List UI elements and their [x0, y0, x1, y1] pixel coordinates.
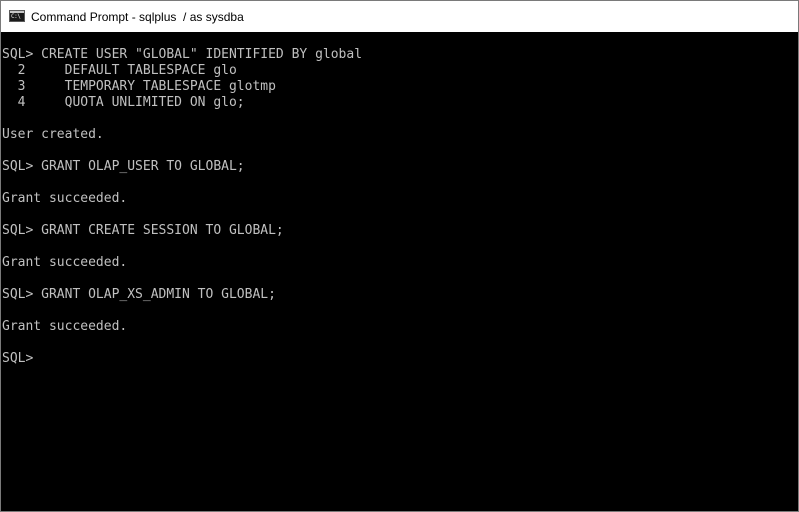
- console-line: 2 DEFAULT TABLESPACE glo: [2, 63, 237, 78]
- console-line: SQL> GRANT OLAP_XS_ADMIN TO GLOBAL;: [2, 287, 276, 302]
- console-line: Grant succeeded.: [2, 191, 128, 206]
- console-line: 4 QUOTA UNLIMITED ON glo;: [2, 95, 245, 110]
- console-line: 3 TEMPORARY TABLESPACE glotmp: [2, 79, 276, 94]
- title-bar[interactable]: C:\ Command Prompt - sqlplus / as sysdba: [1, 1, 798, 32]
- console-line: SQL> GRANT OLAP_USER TO GLOBAL;: [2, 159, 245, 174]
- cmd-icon[interactable]: C:\: [9, 9, 25, 22]
- console-line: Grant succeeded.: [2, 319, 128, 334]
- console-line: User created.: [2, 127, 104, 142]
- console-line: SQL> GRANT CREATE SESSION TO GLOBAL;: [2, 223, 284, 238]
- console-line: SQL> CREATE USER "GLOBAL" IDENTIFIED BY …: [2, 47, 363, 62]
- console-prompt-line[interactable]: SQL>: [2, 351, 798, 367]
- console-line: Grant succeeded.: [2, 255, 128, 270]
- console-output[interactable]: SQL> CREATE USER "GLOBAL" IDENTIFIED BY …: [1, 32, 798, 511]
- cmd-icon-prompt: C:\: [11, 12, 21, 20]
- window-title: Command Prompt - sqlplus / as sysdba: [31, 9, 244, 24]
- command-prompt-window: C:\ Command Prompt - sqlplus / as sysdba…: [0, 0, 799, 512]
